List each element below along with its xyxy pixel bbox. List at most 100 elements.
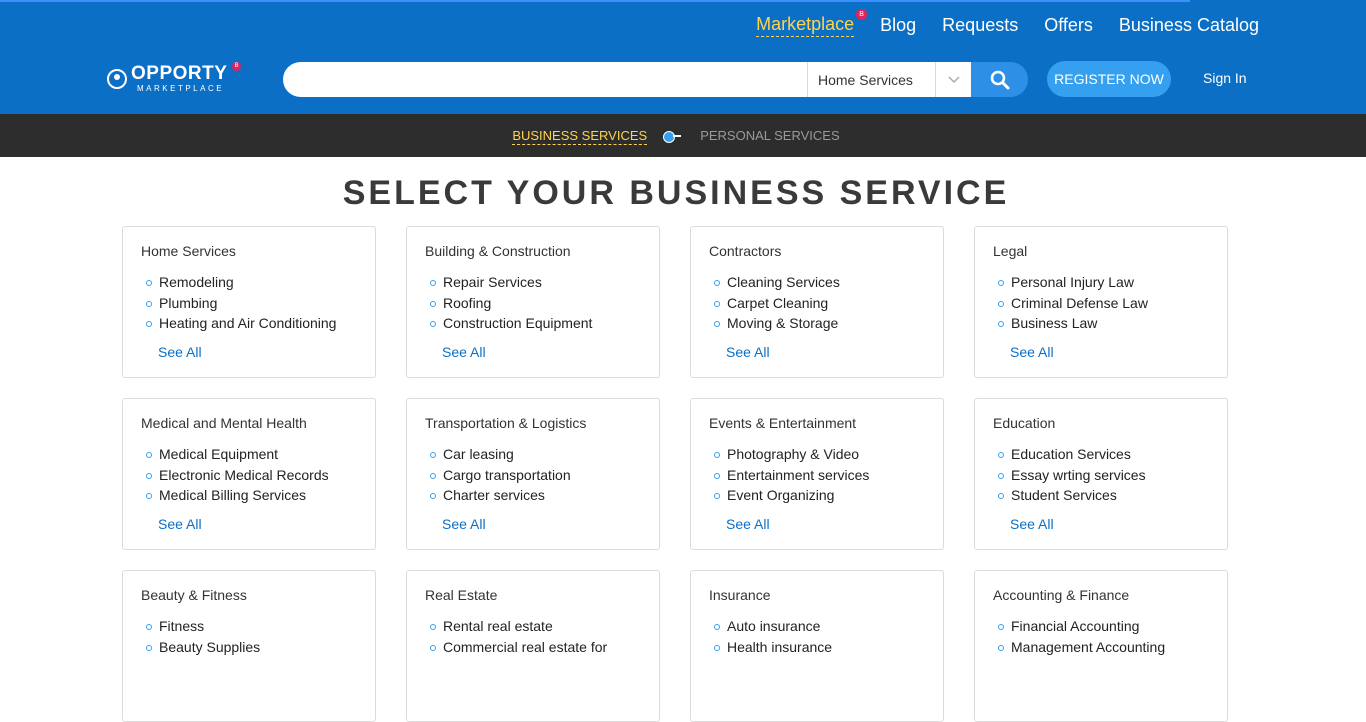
- category-card: Real Estate Rental real estate Commercia…: [406, 570, 660, 722]
- chevron-down-icon: [935, 62, 971, 97]
- list-item[interactable]: Car leasing: [425, 444, 641, 465]
- list-item[interactable]: Health insurance: [709, 637, 925, 658]
- logo-text: OPPORTY MARKETPLACE: [131, 64, 227, 93]
- category-list: Remodeling Plumbing Heating and Air Cond…: [141, 272, 357, 334]
- category-card: Events & Entertainment Photography & Vid…: [690, 398, 944, 550]
- category-card: Education Education Services Essay wrtin…: [974, 398, 1228, 550]
- list-item[interactable]: Remodeling: [141, 272, 357, 293]
- category-card: Transportation & Logistics Car leasing C…: [406, 398, 660, 550]
- category-card: Accounting & Finance Financial Accountin…: [974, 570, 1228, 722]
- category-title[interactable]: Transportation & Logistics: [425, 415, 641, 431]
- category-list: Medical Equipment Electronic Medical Rec…: [141, 444, 357, 506]
- logo[interactable]: OPPORTY MARKETPLACE B: [107, 62, 241, 93]
- search-button[interactable]: [971, 62, 1028, 97]
- see-all-link[interactable]: See All: [1010, 344, 1054, 360]
- register-now-button[interactable]: REGISTER NOW: [1047, 61, 1171, 97]
- service-mode-bar: BUSINESS SERVICES PERSONAL SERVICES: [0, 114, 1366, 157]
- category-title[interactable]: Events & Entertainment: [709, 415, 925, 431]
- category-list: Personal Injury Law Criminal Defense Law…: [993, 272, 1209, 334]
- list-item[interactable]: Repair Services: [425, 272, 641, 293]
- category-list: Repair Services Roofing Construction Equ…: [425, 272, 641, 334]
- list-item[interactable]: Cleaning Services: [709, 272, 925, 293]
- page-title: SELECT YOUR BUSINESS SERVICE: [342, 174, 1010, 212]
- category-card: Building & Construction Repair Services …: [406, 226, 660, 378]
- category-card: Legal Personal Injury Law Criminal Defen…: [974, 226, 1228, 378]
- list-item[interactable]: Personal Injury Law: [993, 272, 1209, 293]
- nav-marketplace-label: Marketplace: [756, 14, 855, 34]
- list-item[interactable]: Entertainment services: [709, 465, 925, 486]
- category-card: Contractors Cleaning Services Carpet Cle…: [690, 226, 944, 378]
- see-all-link[interactable]: See All: [158, 516, 202, 532]
- logo-icon: [107, 68, 127, 89]
- category-list: Car leasing Cargo transportation Charter…: [425, 444, 641, 506]
- category-title[interactable]: Real Estate: [425, 587, 641, 603]
- tab-personal-services[interactable]: PERSONAL SERVICES: [700, 127, 839, 144]
- list-item[interactable]: Construction Equipment: [425, 313, 641, 334]
- list-item[interactable]: Moving & Storage: [709, 313, 925, 334]
- mode-toggle-switch[interactable]: [663, 130, 684, 143]
- category-title[interactable]: Home Services: [141, 243, 357, 259]
- search-bar: Home Services: [283, 62, 1028, 97]
- category-title[interactable]: Education: [993, 415, 1209, 431]
- list-item[interactable]: Fitness: [141, 616, 357, 637]
- nav-blog[interactable]: Blog: [880, 13, 916, 37]
- list-item[interactable]: Rental real estate: [425, 616, 641, 637]
- nav-requests[interactable]: Requests: [942, 13, 1018, 37]
- logo-beta-badge: B: [232, 62, 241, 71]
- list-item[interactable]: Cargo transportation: [425, 465, 641, 486]
- category-card: Medical and Mental Health Medical Equipm…: [122, 398, 376, 550]
- search-input[interactable]: [283, 62, 807, 97]
- category-card: Beauty & Fitness Fitness Beauty Supplies: [122, 570, 376, 722]
- sign-in-link[interactable]: Sign In: [1203, 70, 1247, 86]
- list-item[interactable]: Plumbing: [141, 293, 357, 314]
- list-item[interactable]: Commercial real estate for: [425, 637, 641, 658]
- list-item[interactable]: Criminal Defense Law: [993, 293, 1209, 314]
- list-item[interactable]: Heating and Air Conditioning: [141, 313, 357, 334]
- category-title[interactable]: Accounting & Finance: [993, 587, 1209, 603]
- category-title[interactable]: Insurance: [709, 587, 925, 603]
- list-item[interactable]: Business Law: [993, 313, 1209, 334]
- nav-business-catalog[interactable]: Business Catalog: [1119, 13, 1259, 37]
- list-item[interactable]: Medical Billing Services: [141, 485, 357, 506]
- list-item[interactable]: Auto insurance: [709, 616, 925, 637]
- category-list: Education Services Essay wrting services…: [993, 444, 1209, 506]
- category-title[interactable]: Legal: [993, 243, 1209, 259]
- list-item[interactable]: Electronic Medical Records: [141, 465, 357, 486]
- category-select[interactable]: Home Services: [807, 62, 971, 97]
- category-card: Home Services Remodeling Plumbing Heatin…: [122, 226, 376, 378]
- search-icon: [990, 70, 1009, 89]
- beta-badge: B: [856, 9, 868, 20]
- see-all-link[interactable]: See All: [442, 344, 486, 360]
- see-all-link[interactable]: See All: [158, 344, 202, 360]
- category-card: Insurance Auto insurance Health insuranc…: [690, 570, 944, 722]
- see-all-link[interactable]: See All: [726, 516, 770, 532]
- list-item[interactable]: Carpet Cleaning: [709, 293, 925, 314]
- category-title[interactable]: Building & Construction: [425, 243, 641, 259]
- logo-name: OPPORTY: [131, 63, 228, 84]
- list-item[interactable]: Management Accounting: [993, 637, 1209, 658]
- nav-offers[interactable]: Offers: [1044, 13, 1093, 37]
- category-grid: Home Services Remodeling Plumbing Heatin…: [122, 226, 1228, 722]
- list-item[interactable]: Medical Equipment: [141, 444, 357, 465]
- list-item[interactable]: Photography & Video: [709, 444, 925, 465]
- category-list: Cleaning Services Carpet Cleaning Moving…: [709, 272, 925, 334]
- list-item[interactable]: Essay wrting services: [993, 465, 1209, 486]
- list-item[interactable]: Education Services: [993, 444, 1209, 465]
- list-item[interactable]: Financial Accounting: [993, 616, 1209, 637]
- list-item[interactable]: Roofing: [425, 293, 641, 314]
- category-title[interactable]: Medical and Mental Health: [141, 415, 357, 431]
- loading-progress-bar: [0, 0, 1190, 2]
- list-item[interactable]: Beauty Supplies: [141, 637, 357, 658]
- category-title[interactable]: Beauty & Fitness: [141, 587, 357, 603]
- tab-business-services[interactable]: BUSINESS SERVICES: [512, 127, 648, 145]
- nav-marketplace[interactable]: Marketplace B: [756, 9, 868, 37]
- list-item[interactable]: Charter services: [425, 485, 641, 506]
- see-all-link[interactable]: See All: [442, 516, 486, 532]
- category-select-value: Home Services: [818, 71, 913, 88]
- category-list: Photography & Video Entertainment servic…: [709, 444, 925, 506]
- list-item[interactable]: Student Services: [993, 485, 1209, 506]
- list-item[interactable]: Event Organizing: [709, 485, 925, 506]
- see-all-link[interactable]: See All: [1010, 516, 1054, 532]
- category-title[interactable]: Contractors: [709, 243, 925, 259]
- see-all-link[interactable]: See All: [726, 344, 770, 360]
